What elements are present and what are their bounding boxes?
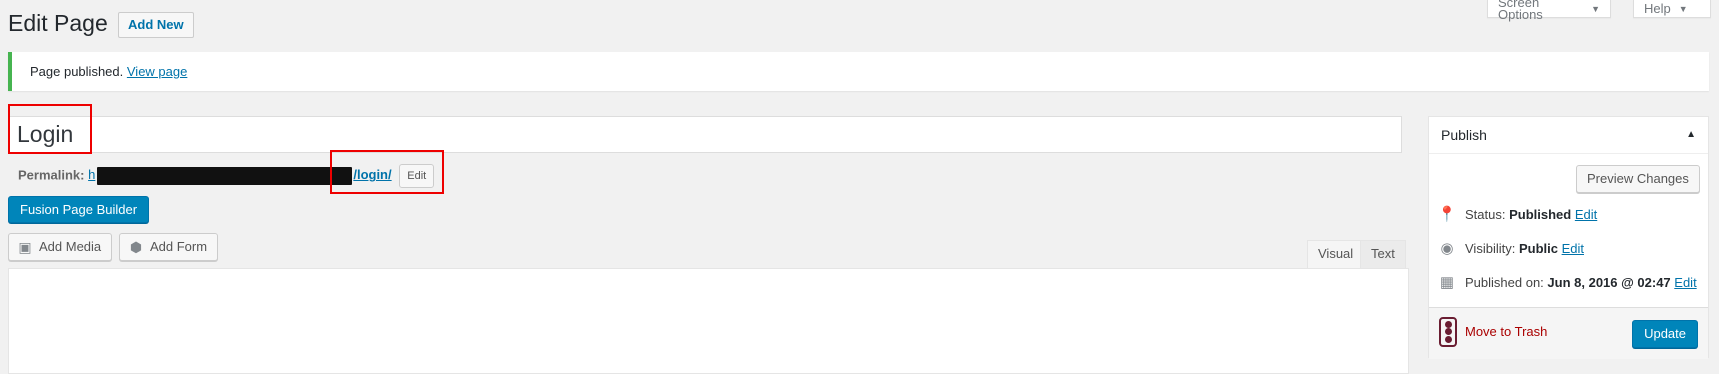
help-label: Help (1644, 0, 1671, 16)
add-form-button[interactable]: ⬢ Add Form (119, 233, 219, 261)
form-icon: ⬢ (129, 239, 143, 255)
tab-visual[interactable]: Visual (1307, 240, 1365, 268)
publish-notice: Page published. View page (8, 52, 1709, 91)
publish-actions: Move to Trash Update (1429, 307, 1708, 359)
publish-box: Publish ▲ Preview Changes 📍 Status: Publ… (1428, 116, 1709, 359)
published-edit-link[interactable]: Edit (1674, 275, 1696, 290)
permalink-label: Permalink: (18, 167, 85, 183)
traffic-light-icon (1439, 317, 1457, 347)
collapse-toggle-icon[interactable]: ▲ (1686, 117, 1696, 153)
pin-icon: 📍 (1437, 206, 1457, 223)
publish-heading: Publish ▲ (1429, 117, 1708, 154)
preview-changes-button[interactable]: Preview Changes (1576, 165, 1700, 193)
eye-icon: ◉ (1440, 240, 1454, 257)
content-editor[interactable] (8, 268, 1409, 374)
add-new-button[interactable]: Add New (118, 12, 194, 38)
fusion-page-builder-button[interactable]: Fusion Page Builder (8, 196, 150, 223)
move-to-trash-link[interactable]: Move to Trash (1465, 324, 1547, 339)
calendar-icon: ▦ (1439, 274, 1455, 291)
status-edit-link[interactable]: Edit (1575, 207, 1597, 222)
annotation-box-title (8, 104, 92, 154)
visibility-edit-link[interactable]: Edit (1562, 241, 1584, 256)
status-row: 📍 Status: Published Edit (1437, 206, 1598, 223)
page-title: Edit Page (8, 10, 108, 36)
view-page-link[interactable]: View page (127, 64, 187, 79)
add-media-label: Add Media (39, 239, 102, 254)
add-form-label: Add Form (150, 239, 208, 254)
redacted-url (97, 167, 353, 185)
caret-down-icon: ▼ (1678, 3, 1688, 14)
media-icon: ▣ (18, 239, 32, 255)
notice-text: Page published. (30, 64, 124, 79)
add-media-button[interactable]: ▣ Add Media (8, 233, 113, 261)
screen-options-button[interactable]: Screen Options ▼ (1487, 0, 1611, 22)
annotation-box-permalink (330, 150, 444, 194)
caret-down-icon: ▼ (1591, 3, 1600, 14)
visibility-row: ◉ Visibility: Public Edit (1437, 239, 1584, 257)
published-on-row: ▦ Published on: Jun 8, 2016 @ 02:47 Edit (1437, 273, 1697, 291)
update-button[interactable]: Update (1632, 320, 1698, 348)
screen-options-label: Screen Options (1498, 0, 1543, 22)
help-button[interactable]: Help ▼ (1633, 0, 1711, 18)
title-input[interactable]: Login (8, 116, 1402, 153)
tab-text[interactable]: Text (1360, 240, 1406, 268)
